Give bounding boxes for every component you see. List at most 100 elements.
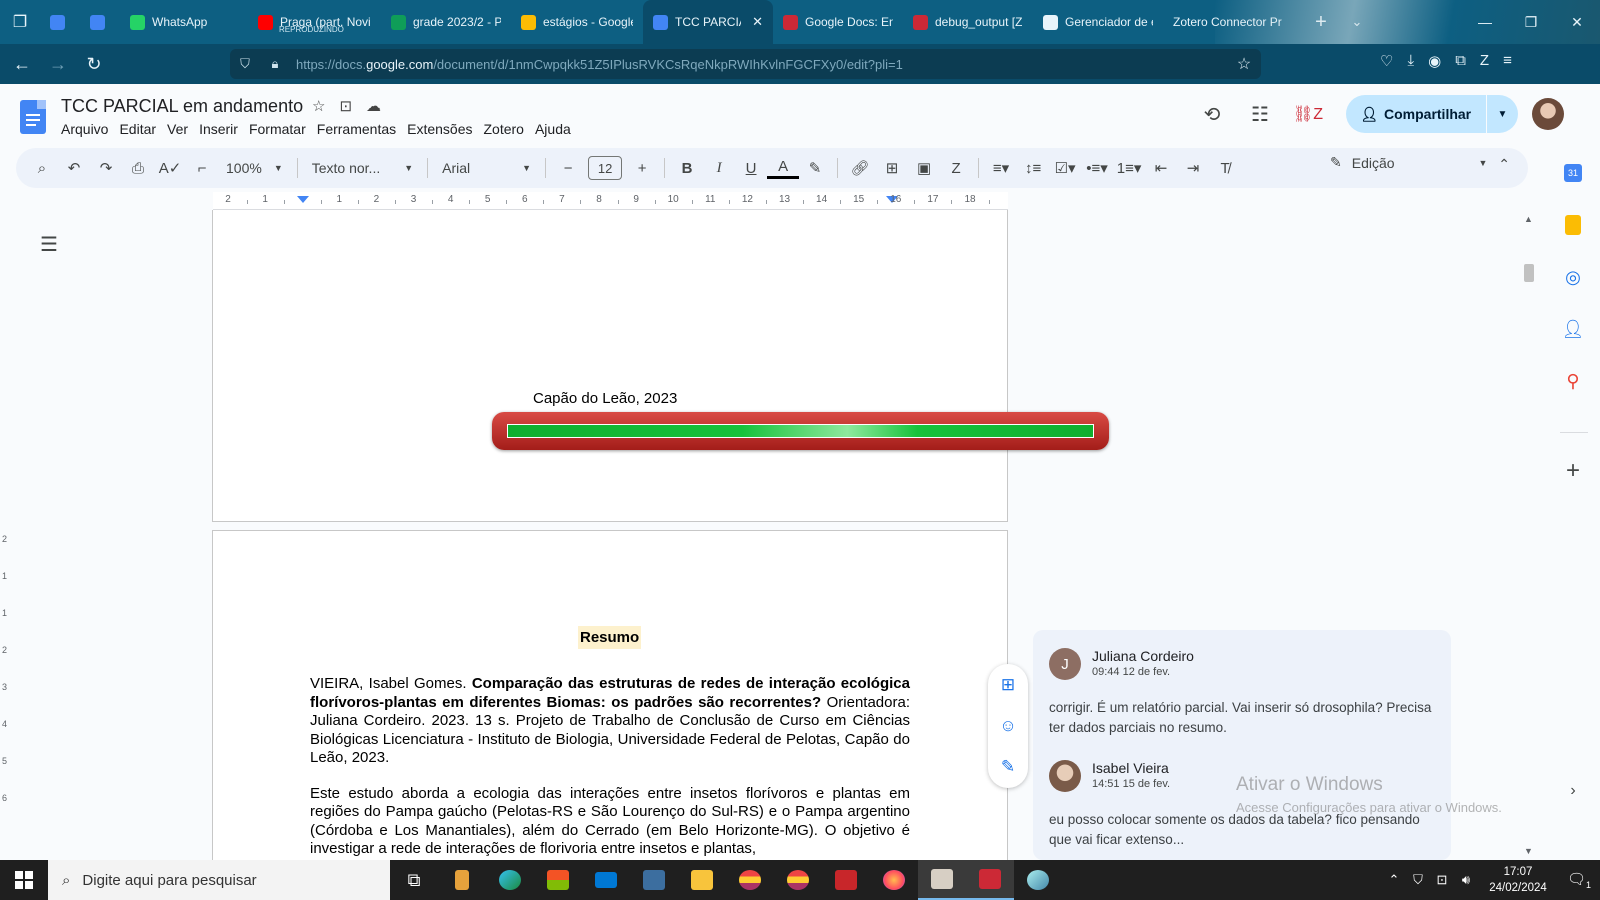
get-addons-icon[interactable]: + xyxy=(1558,456,1588,486)
tasks-icon[interactable]: ◎ xyxy=(1558,262,1588,292)
document-outline-icon[interactable]: ☰ xyxy=(40,232,58,257)
browser-tab[interactable]: WhatsApp xyxy=(120,0,248,44)
taskbar-search[interactable]: ⌕ Digite aqui para pesquisar xyxy=(48,860,390,900)
clock[interactable]: 17:07 24/02/2024 xyxy=(1478,864,1558,896)
security-icon[interactable]: ⛉ xyxy=(1406,872,1430,888)
browser-tab[interactable]: estágios - Google xyxy=(511,0,643,44)
browser-tab[interactable]: Zotero Connector Pr xyxy=(1163,0,1303,44)
task-view-icon[interactable]: ⧉ xyxy=(390,860,438,900)
star-icon[interactable]: ☆ xyxy=(312,97,325,115)
vertical-scrollbar[interactable]: ▲ ▼ xyxy=(1522,210,1536,860)
mail-icon[interactable] xyxy=(582,860,630,900)
menu-icon[interactable]: ≡ xyxy=(1503,52,1512,70)
close-tab-icon[interactable]: ✕ xyxy=(752,14,763,30)
print-icon[interactable]: ⎙ xyxy=(122,154,154,182)
version-history-icon[interactable]: ⟲ xyxy=(1188,102,1236,127)
document-title[interactable]: TCC PARCIAL em andamento xyxy=(61,96,303,117)
app-icon[interactable] xyxy=(630,860,678,900)
restore-icon[interactable]: ❐ xyxy=(1508,0,1554,44)
zotero-icon[interactable] xyxy=(966,860,1014,900)
menu-item[interactable]: Extensões xyxy=(407,121,483,137)
checklist-icon[interactable]: ☑▾ xyxy=(1049,154,1081,182)
volume-icon[interactable]: 🔊︎ xyxy=(1454,872,1478,888)
back-button[interactable]: ← xyxy=(4,46,40,82)
browser-tab[interactable]: TCC PARCIAL ✕ xyxy=(643,0,773,44)
line-spacing-icon[interactable]: ↕≡ xyxy=(1017,154,1049,182)
lock-icon[interactable]: 🔒︎ xyxy=(260,56,290,72)
address-bar[interactable]: ⛉ 🔒︎ https://docs.google.com/document/d/… xyxy=(230,49,1261,79)
share-dropdown-icon[interactable]: ▼ xyxy=(1486,95,1518,133)
style-select[interactable]: Texto nor... ▼ xyxy=(304,160,421,176)
increase-indent-icon[interactable]: ⇥ xyxy=(1177,154,1209,182)
decrease-font-size-icon[interactable]: − xyxy=(552,154,584,182)
font-select[interactable]: Arial ▼ xyxy=(434,160,539,176)
highlight-color-icon[interactable]: ✎ xyxy=(799,154,831,182)
scroll-down-icon[interactable]: ▼ xyxy=(1524,846,1533,856)
firefox-icon[interactable] xyxy=(870,860,918,900)
comment-thread[interactable]: J Juliana Cordeiro 09:44 12 de fev. corr… xyxy=(1033,630,1451,860)
underline-icon[interactable]: U xyxy=(735,154,767,182)
browser-tab[interactable] xyxy=(40,0,80,44)
insert-link-icon[interactable]: 🔗︎ xyxy=(844,154,876,182)
app-icon[interactable] xyxy=(1014,860,1062,900)
add-comment-icon[interactable]: ⊞ xyxy=(876,154,908,182)
menu-item[interactable]: Zotero xyxy=(484,121,535,137)
extensions-icon[interactable]: ⧉ xyxy=(1455,52,1466,70)
app-icon[interactable] xyxy=(822,860,870,900)
increase-font-size-icon[interactable]: + xyxy=(626,154,658,182)
new-tab-button[interactable]: + xyxy=(1303,11,1339,34)
app-icon[interactable] xyxy=(438,860,486,900)
tab-actions-icon[interactable]: ❐ xyxy=(0,0,40,44)
paint-format-icon[interactable]: ⌐ xyxy=(186,154,218,182)
menu-item[interactable]: Ferramentas xyxy=(317,121,407,137)
avatar[interactable] xyxy=(1532,98,1564,130)
scroll-up-icon[interactable]: ▲ xyxy=(1524,214,1533,224)
document-page[interactable]: Resumo VIEIRA, Isabel Gomes. Comparação … xyxy=(212,530,1008,860)
browser-tab[interactable]: Gerenciador de e xyxy=(1033,0,1163,44)
minimize-icon[interactable]: — xyxy=(1462,0,1508,44)
close-window-icon[interactable]: ✕ xyxy=(1554,0,1600,44)
forward-button[interactable]: → xyxy=(40,46,76,82)
app-icon[interactable] xyxy=(918,860,966,900)
document-page[interactable]: Capão do Leão, 2023 xyxy=(212,210,1008,522)
zotero-link-icon[interactable]: ⛓Z xyxy=(1284,104,1332,124)
downloads-icon[interactable]: ⤓ xyxy=(1407,52,1414,70)
menu-item[interactable]: Ajuda xyxy=(535,121,582,137)
menu-item[interactable]: Ver xyxy=(167,121,199,137)
vertical-ruler[interactable]: 2 1 1 2 3 4 5 6 xyxy=(0,520,14,860)
store-icon[interactable] xyxy=(534,860,582,900)
file-explorer-icon[interactable] xyxy=(678,860,726,900)
comments-icon[interactable]: ☷ xyxy=(1236,102,1284,127)
pocket-icon[interactable]: ♡ xyxy=(1380,52,1393,70)
undo-icon[interactable]: ↶ xyxy=(58,154,90,182)
emoji-reaction-icon[interactable]: ☺ xyxy=(999,716,1016,736)
redo-icon[interactable]: ↷ xyxy=(90,154,122,182)
zotero-cite-icon[interactable]: Z xyxy=(940,154,972,182)
editing-mode-select[interactable]: ✎ Edição ▼ xyxy=(1330,154,1487,171)
font-size-input[interactable]: 12 xyxy=(588,156,623,180)
contacts-icon[interactable]: 👤︎ xyxy=(1558,314,1588,344)
menu-item[interactable]: Inserir xyxy=(199,121,249,137)
horizontal-ruler[interactable]: 2 1 1 2 3 4 5 6 7 8 9 10 11 12 13 14 15 16 17 18 xyxy=(213,192,1008,210)
edge-icon[interactable] xyxy=(486,860,534,900)
spellcheck-icon[interactable]: A✓ xyxy=(154,154,186,182)
browser-tab[interactable]: grade 2023/2 - Pl xyxy=(381,0,511,44)
network-icon[interactable]: ⊡ xyxy=(1430,872,1454,888)
start-button[interactable] xyxy=(0,860,48,900)
browser-tab[interactable]: debug_output [Z xyxy=(903,0,1033,44)
docs-logo-icon[interactable] xyxy=(20,100,46,134)
browser-tab[interactable] xyxy=(80,0,120,44)
browser-tab[interactable]: Google Docs: Enc xyxy=(773,0,903,44)
left-indent-marker[interactable] xyxy=(297,196,309,203)
tab-search-button[interactable]: ⌄ xyxy=(1339,14,1375,30)
text-color-icon[interactable]: A xyxy=(767,157,800,179)
calendar-icon[interactable]: 31 xyxy=(1558,158,1588,188)
suggest-edits-icon[interactable]: ✎ xyxy=(1001,757,1015,777)
browser-tab[interactable]: Praga (part. Novi REPRODUZINDO xyxy=(248,0,381,44)
add-comment-icon[interactable]: ⊞ xyxy=(1001,675,1015,695)
decrease-indent-icon[interactable]: ⇤ xyxy=(1145,154,1177,182)
url-text[interactable]: https://docs.google.com/document/d/1nmCw… xyxy=(290,57,1227,72)
account-icon[interactable]: ◉ xyxy=(1428,52,1441,70)
clear-formatting-icon[interactable]: T̸ xyxy=(1209,154,1241,182)
app-icon[interactable] xyxy=(774,860,822,900)
